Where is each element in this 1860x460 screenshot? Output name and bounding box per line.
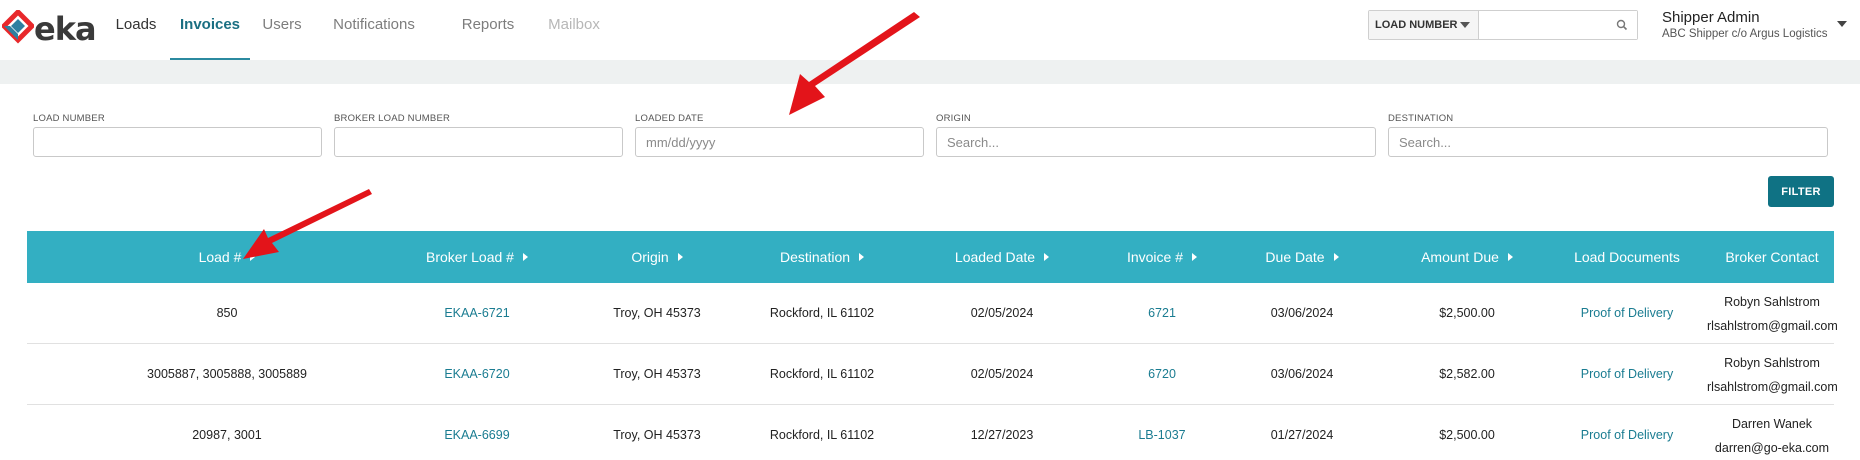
nav-mailbox[interactable]: Mailbox <box>538 0 610 60</box>
cell-invoice-link[interactable]: 6720 <box>1087 344 1237 405</box>
cell-load-number: 850 <box>216 306 238 320</box>
col-origin[interactable]: Origin <box>587 231 727 283</box>
filter-label-load-number: LOAD NUMBER <box>33 113 105 124</box>
cell-due-date: 03/06/2024 <box>1270 367 1334 381</box>
nav-reports[interactable]: Reports <box>442 0 534 60</box>
col-destination[interactable]: Destination <box>737 231 907 283</box>
search-icon[interactable] <box>1615 18 1629 32</box>
page-band <box>0 60 1860 84</box>
cell-broker-contact: Robyn Sahlstrom rlsahlstrom@gmail.com <box>1707 344 1838 405</box>
main-nav: Loads Invoices Users Notifications Repor… <box>100 0 610 60</box>
top-header: eka Loads Invoices Users Notifications R… <box>0 0 1860 60</box>
cell-due-date: 03/06/2024 <box>1270 306 1334 320</box>
col-label: Amount Due <box>1421 249 1499 265</box>
header-search-input[interactable] <box>1479 11 1637 39</box>
col-invoice-number[interactable]: Invoice # <box>1087 231 1237 283</box>
cell-origin: Troy, OH 45373 <box>613 306 701 320</box>
cell-due-date: 01/27/2024 <box>1270 428 1334 442</box>
cell-proof-of-delivery-link[interactable]: Proof of Delivery <box>1547 344 1707 405</box>
col-amount-due[interactable]: Amount Due <box>1377 231 1557 283</box>
cell-broker-load-link[interactable]: EKAA-6721 <box>377 283 577 344</box>
col-label: Due Date <box>1265 249 1325 265</box>
user-menu-caret-icon[interactable] <box>1837 21 1847 27</box>
cell-load-number: 20987, 3001 <box>192 428 262 442</box>
cell-broker-load-link[interactable]: EKAA-6720 <box>377 344 577 405</box>
col-load-number[interactable]: Load # <box>127 231 327 283</box>
filter-label-origin: ORIGIN <box>936 113 971 124</box>
cell-amount-due: $2,582.00 <box>1439 367 1495 381</box>
cell-amount-due: $2,500.00 <box>1439 306 1495 320</box>
col-broker-load-number[interactable]: Broker Load # <box>377 231 577 283</box>
table-row: 20987, 3001 EKAA-6699 Troy, OH 45373 Roc… <box>27 405 1834 460</box>
col-label: Loaded Date <box>954 249 1036 265</box>
contact-name: Robyn Sahlstrom <box>1724 295 1820 309</box>
nav-notifications[interactable]: Notifications <box>314 0 434 60</box>
nav-loads[interactable]: Loads <box>102 0 170 60</box>
col-label: Invoice # <box>1126 249 1184 265</box>
header-search: LOAD NUMBER <box>1368 10 1638 40</box>
cell-loaded-date: 12/27/2023 <box>970 428 1034 442</box>
col-load-documents: Load Documents <box>1574 249 1680 265</box>
sort-caret-icon <box>522 253 528 262</box>
col-label: Broker Load # <box>426 249 514 265</box>
cell-amount-due: $2,500.00 <box>1439 428 1495 442</box>
contact-email: darren@go-eka.com <box>1714 441 1830 455</box>
table-row: 3005887, 3005888, 3005889 EKAA-6720 Troy… <box>27 344 1838 405</box>
nav-users[interactable]: Users <box>250 0 314 60</box>
filter-destination-input[interactable] <box>1388 127 1828 157</box>
sort-caret-icon <box>1333 253 1339 262</box>
search-type-select[interactable]: LOAD NUMBER <box>1369 11 1479 39</box>
col-label: Origin <box>631 249 669 265</box>
logo-text: eka <box>34 10 97 48</box>
sort-caret-icon <box>1044 253 1050 262</box>
filter-origin-input[interactable] <box>936 127 1376 157</box>
contact-name: Robyn Sahlstrom <box>1724 356 1820 370</box>
contact-name: Darren Wanek <box>1731 417 1813 431</box>
filter-label-destination: DESTINATION <box>1388 113 1454 124</box>
cell-destination: Rockford, IL 61102 <box>769 367 875 381</box>
cell-origin: Troy, OH 45373 <box>613 428 701 442</box>
sort-caret-icon <box>1192 253 1198 262</box>
cell-destination: Rockford, IL 61102 <box>769 428 875 442</box>
contact-email: rlsahlstrom@gmail.com <box>1707 380 1838 394</box>
col-due-date[interactable]: Due Date <box>1227 231 1377 283</box>
user-name: Shipper Admin <box>1662 9 1760 26</box>
col-broker-contact: Broker Contact <box>1725 249 1819 265</box>
eka-logo[interactable]: eka <box>2 8 97 52</box>
user-menu[interactable]: Shipper Admin ABC Shipper c/o Argus Logi… <box>1662 9 1842 40</box>
filter-broker-load-number-input[interactable] <box>334 127 623 157</box>
search-type-value: LOAD NUMBER <box>1375 19 1458 31</box>
filter-label-loaded-date: LOADED DATE <box>635 113 704 124</box>
table-row: 850 EKAA-6721 Troy, OH 45373 Rockford, I… <box>27 283 1838 344</box>
col-loaded-date[interactable]: Loaded Date <box>917 231 1087 283</box>
cell-broker-contact: Robyn Sahlstrom rlsahlstrom@gmail.com <box>1707 283 1838 344</box>
col-label: Destination <box>779 249 851 265</box>
cell-destination: Rockford, IL 61102 <box>769 306 875 320</box>
sort-caret-icon <box>859 253 865 262</box>
cell-broker-load-link[interactable]: EKAA-6699 <box>377 405 577 460</box>
filter-label-broker-load-number: BROKER LOAD NUMBER <box>334 113 451 124</box>
filter-button[interactable]: FILTER <box>1768 176 1834 207</box>
eka-logo-icon <box>2 10 34 44</box>
cell-proof-of-delivery-link[interactable]: Proof of Delivery <box>1547 283 1707 344</box>
sort-caret-icon <box>1507 253 1513 262</box>
cell-load-number: 3005887, 3005888, 3005889 <box>147 367 307 381</box>
contact-email: rlsahlstrom@gmail.com <box>1707 319 1838 333</box>
cell-broker-contact: Darren Wanek darren@go-eka.com <box>1707 405 1837 460</box>
nav-invoices[interactable]: Invoices <box>170 0 250 60</box>
sort-caret-icon <box>250 253 256 262</box>
cell-invoice-link[interactable]: 6721 <box>1087 283 1237 344</box>
user-company: ABC Shipper c/o Argus Logistics <box>1662 28 1828 40</box>
caret-down-icon <box>1460 22 1470 28</box>
table-header: Load # Broker Load # Origin Destination … <box>27 231 1834 283</box>
cell-loaded-date: 02/05/2024 <box>970 306 1034 320</box>
cell-proof-of-delivery-link[interactable]: Proof of Delivery <box>1547 405 1707 460</box>
filter-load-number-input[interactable] <box>33 127 322 157</box>
cell-loaded-date: 02/05/2024 <box>970 367 1034 381</box>
cell-invoice-link[interactable]: LB-1037 <box>1087 405 1237 460</box>
sort-caret-icon <box>677 253 683 262</box>
col-label: Load # <box>198 249 242 265</box>
filter-loaded-date-input[interactable] <box>635 127 924 157</box>
cell-origin: Troy, OH 45373 <box>613 367 701 381</box>
